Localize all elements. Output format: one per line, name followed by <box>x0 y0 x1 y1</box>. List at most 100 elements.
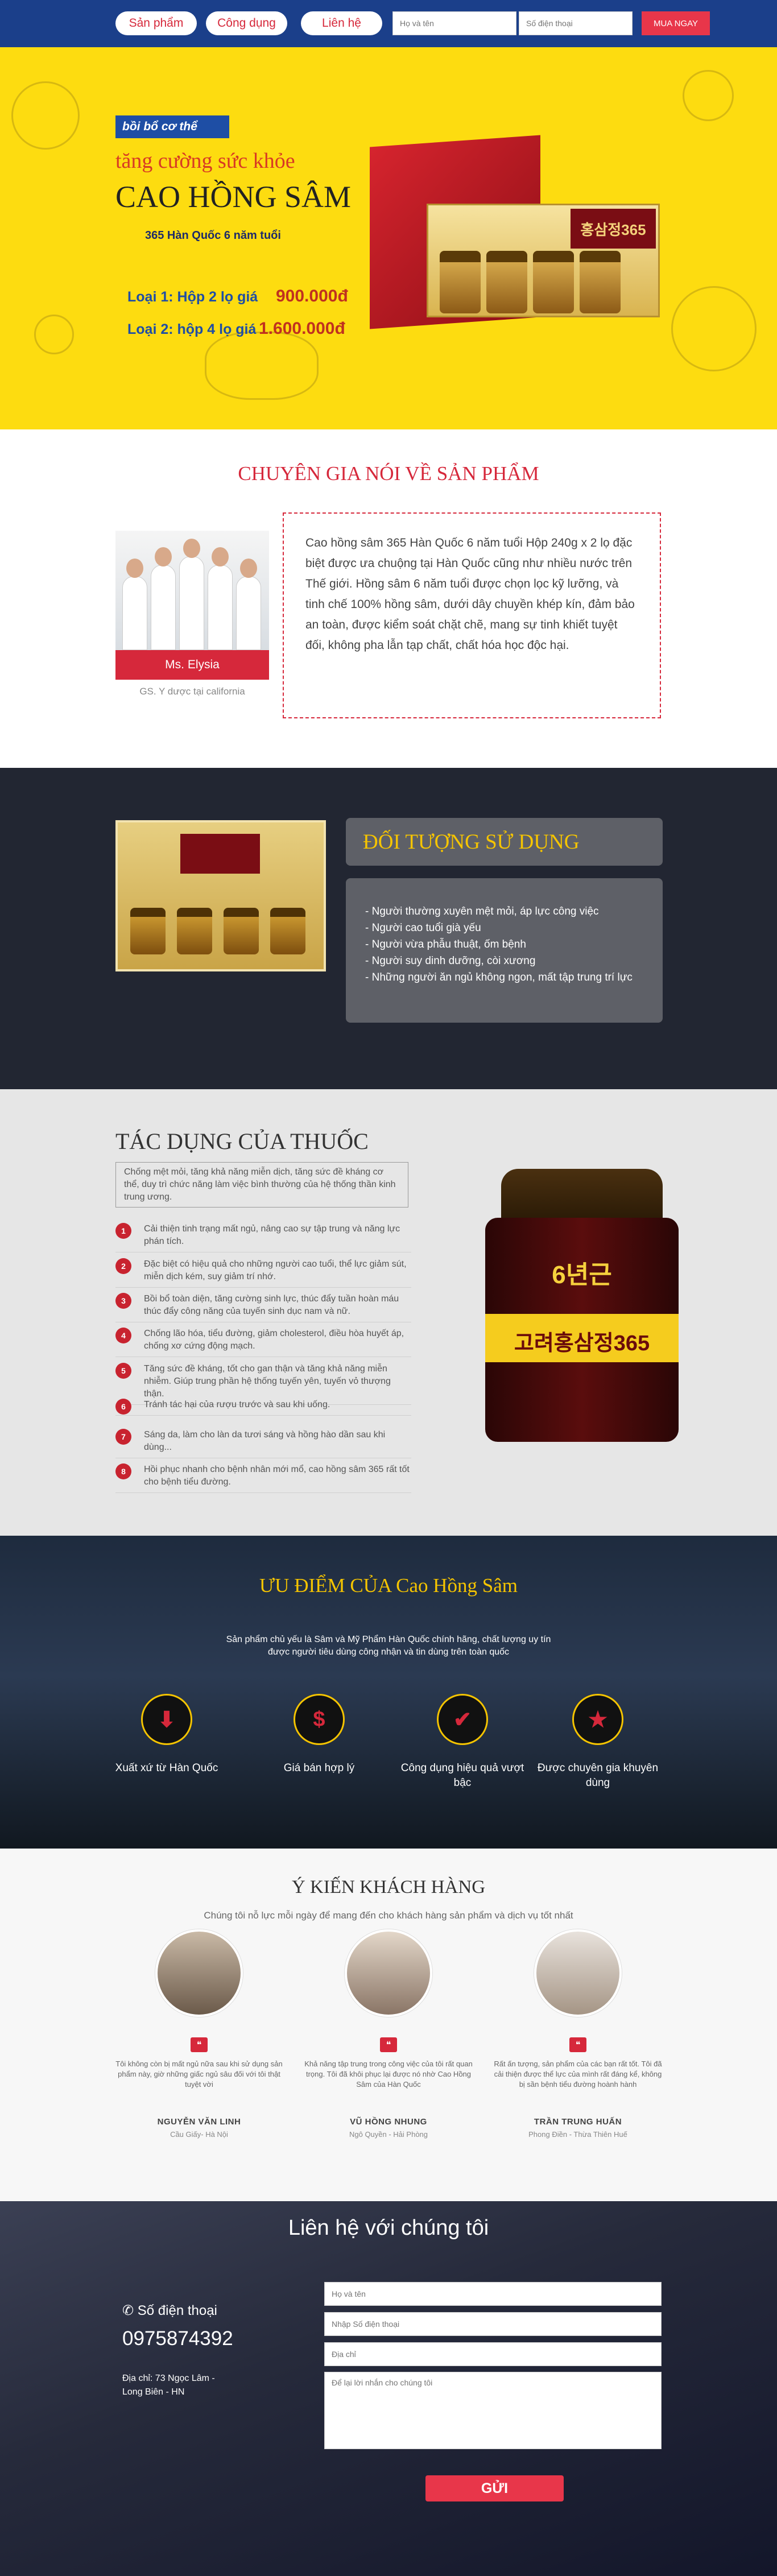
jar <box>224 908 259 954</box>
doodle-decoration <box>683 70 734 121</box>
doctor-figure <box>179 539 204 650</box>
advantage-item: ★ Được chuyên gia khuyên dùng <box>535 1694 660 1791</box>
effect-number: 6 <box>115 1399 131 1415</box>
doctor-figure <box>122 559 147 650</box>
expert-section-title: CHUYÊN GIA NÓI VỀ SẢN PHẨM <box>238 462 539 485</box>
hero-product-image: 홍삼정365 <box>364 135 666 357</box>
doctor-figure <box>151 547 176 650</box>
testimonials-subtitle: Chúng tôi nỗ lực mỗi ngày để mang đến ch… <box>204 1910 573 1921</box>
effect-item: 3 Bồi bổ toàn diện, tăng cường sinh lực,… <box>115 1293 411 1322</box>
contact-name-input[interactable] <box>324 2282 662 2306</box>
contact-section: Liên hệ với chúng tôi ✆ Số điện thoại 09… <box>0 2201 777 2576</box>
star-icon: ★ <box>572 1694 623 1745</box>
effect-number: 2 <box>115 1258 131 1274</box>
effect-text: Tránh tác hại của rượu trước và sau khi … <box>144 1400 330 1409</box>
offer-2-label: Loại 2: hộp 4 lọ giá <box>127 321 257 337</box>
effect-number: 4 <box>115 1328 131 1343</box>
download-icon: ⬇ <box>141 1694 192 1745</box>
box-label: 홍삼정365 <box>571 209 656 249</box>
contact-phone-input[interactable] <box>324 2312 662 2336</box>
expert-quote: Cao hồng sâm 365 Hàn Quốc 6 năm tuổi Hộp… <box>283 512 661 718</box>
jar <box>440 251 481 313</box>
doctor-figure <box>236 559 261 650</box>
offer-1-price: 900.000đ <box>276 287 348 305</box>
contact-phone-number[interactable]: 0975874392 <box>122 2327 233 2350</box>
offer-2-price: 1.600.000đ <box>259 319 345 338</box>
advantages-title: ƯU ĐIỂM CỦA Cao Hồng Sâm <box>259 1574 518 1597</box>
effect-item: 6 Tránh tác hại của rượu trước và sau kh… <box>115 1399 411 1416</box>
contact-phone-label: ✆ Số điện thoại <box>122 2302 217 2319</box>
product-box: 홍삼정365 <box>427 204 660 317</box>
hero-subtitle: tăng cường sức khỏe <box>115 149 295 173</box>
advantage-item: ⬇ Xuất xứ từ Hàn Quốc <box>104 1694 229 1776</box>
advantage-label: Công dụng hiệu quả vượt bậc <box>400 1762 524 1789</box>
testimonial-name: VŨ HỒNG NHUNG <box>350 2117 427 2127</box>
doodle-decoration <box>205 332 319 400</box>
nav-contact-button[interactable]: Liên hệ <box>301 11 382 35</box>
send-button[interactable]: GỬI <box>425 2475 564 2501</box>
nav-usage-button[interactable]: Công dụng <box>206 11 287 35</box>
hero-title: CAO HỒNG SÂM <box>115 180 352 214</box>
jar <box>177 908 212 954</box>
avatar <box>155 1929 243 2017</box>
contact-address-input[interactable] <box>324 2342 662 2366</box>
testimonial-name: NGUYỄN VĂN LINH <box>157 2117 241 2127</box>
list-item: - Người thường xuyên mệt mỏi, áp lực côn… <box>365 905 599 917</box>
doctor-figure <box>208 547 233 650</box>
advantages-section: ƯU ĐIỂM CỦA Cao Hồng Sâm Sản phẩm chủ yế… <box>0 1536 777 1849</box>
effect-text: Tăng sức đề kháng, tốt cho gan thận và t… <box>144 1364 391 1399</box>
avatar <box>345 1929 432 2017</box>
dollar-icon: $ <box>294 1694 345 1745</box>
doodle-decoration <box>11 81 80 150</box>
contact-message-input[interactable] <box>324 2372 662 2449</box>
testimonial-location: Cầu Giấy- Hà Nội <box>170 2130 228 2139</box>
testimonial-card: ❝ Khả năng tập trung trong công việc của… <box>303 1929 474 2139</box>
effect-item: 1 Cải thiện tinh trạng mất ngủ, nâng cao… <box>115 1223 411 1252</box>
jar <box>486 251 527 313</box>
effect-number: 8 <box>115 1463 131 1479</box>
effect-item: 4 Chống lão hóa, tiểu đường, giảm choles… <box>115 1328 411 1357</box>
effect-text: Sáng da, làm cho làn da tươi sáng và hồn… <box>144 1430 386 1452</box>
nav-product-button[interactable]: Sản phẩm <box>115 11 197 35</box>
testimonial-name: TRẦN TRUNG HUẤN <box>534 2117 622 2127</box>
buy-now-button[interactable]: MUA NGAY <box>642 11 710 35</box>
list-item: - Người cao tuổi già yếu <box>365 922 481 934</box>
list-item: - Những người ăn ngủ không ngon, mất tập… <box>365 971 633 983</box>
testimonial-text: Khả năng tập trung trong công việc của t… <box>304 2060 473 2089</box>
testimonial-location: Phong Điền - Thừa Thiên Huế <box>528 2130 627 2139</box>
effects-title: TÁC DỤNG CỦA THUỐC <box>115 1128 369 1154</box>
effect-text: Đặc biệt có hiệu quả cho những người cao… <box>144 1259 407 1281</box>
effects-section: TÁC DỤNG CỦA THUỐC Chống mệt mỏi, tăng k… <box>0 1089 777 1536</box>
jar-lid <box>501 1169 663 1221</box>
nav-name-input[interactable] <box>392 11 516 35</box>
testimonials-section: Ý KIẾN KHÁCH HÀNG Chúng tôi nỗ lực mỗi n… <box>0 1849 777 2201</box>
doodle-decoration <box>34 315 74 354</box>
jar <box>533 251 574 313</box>
effect-text: Cải thiện tinh trạng mất ngủ, nâng cao s… <box>144 1224 400 1246</box>
hero-badge: bồi bổ cơ thể <box>115 115 229 138</box>
advantages-subtitle: Sản phẩm chủ yếu là Sâm và Mỹ Phẩm Hàn Q… <box>226 1635 551 1657</box>
contact-address: Địa chỉ: 73 Ngọc Lâm - Long Biên - HN <box>122 2374 215 2397</box>
effect-text: Chống lão hóa, tiểu đường, giảm choleste… <box>144 1329 404 1351</box>
box-label <box>180 834 260 874</box>
hero-origin: 365 Hàn Quốc 6 năm tuổi <box>145 229 281 242</box>
audience-list: - Người thường xuyên mệt mỏi, áp lực côn… <box>346 878 663 1023</box>
product-box-image <box>115 820 326 971</box>
quote-icon: ❝ <box>380 2037 397 2052</box>
effect-number: 1 <box>115 1223 131 1239</box>
list-item: - Người suy dinh dưỡng, còi xương <box>365 955 536 967</box>
jar-label-top: 6년근 <box>552 1261 612 1289</box>
expert-name: Ms. Elysia <box>115 650 269 680</box>
target-audience-section: ĐỐI TƯỢNG SỬ DỤNG - Người thường xuyên m… <box>0 768 777 1089</box>
advantage-label: Giá bán hợp lý <box>283 1762 355 1774</box>
effect-item: 2 Đặc biệt có hiệu quả cho những người c… <box>115 1258 411 1288</box>
effect-number: 3 <box>115 1293 131 1309</box>
testimonials-title: Ý KIẾN KHÁCH HÀNG <box>291 1877 486 1897</box>
top-navbar: Sản phẩm Công dụng Liên hệ MUA NGAY <box>0 0 777 47</box>
jar <box>130 908 166 954</box>
phone-icon: ✆ <box>122 2303 134 2318</box>
expert-section: CHUYÊN GIA NÓI VỀ SẢN PHẨM Ms. Elysia GS… <box>0 429 777 768</box>
effect-item: 7 Sáng da, làm cho làn da tươi sáng và h… <box>115 1429 411 1458</box>
contact-title: Liên hệ với chúng tôi <box>288 2216 489 2240</box>
nav-phone-input[interactable] <box>519 11 633 35</box>
